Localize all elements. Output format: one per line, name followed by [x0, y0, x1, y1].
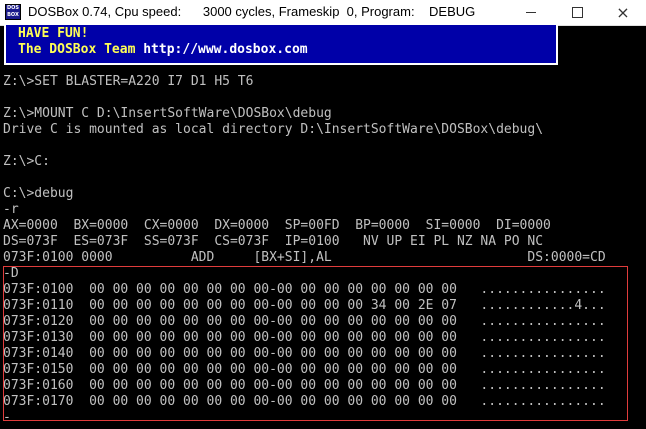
terminal-line: Z:\>SET BLASTER=A220 I7 D1 H5 T6 — [3, 74, 254, 89]
dosbox-app-icon: DOS BOX — [5, 4, 21, 20]
terminal-line: Drive C is mounted as local directory D:… — [3, 122, 544, 137]
banner-url: http://www.dosbox.com — [143, 42, 308, 57]
maximize-button[interactable] — [554, 0, 600, 25]
maximize-icon — [571, 7, 583, 18]
close-button[interactable]: × — [600, 0, 646, 25]
terminal-line: DS=073F ES=073F SS=073F CS=073F IP=0100 … — [3, 234, 544, 249]
terminal-line: AX=0000 BX=0000 CX=0000 DX=0000 SP=00FD … — [3, 218, 551, 233]
minimize-button[interactable] — [508, 0, 554, 25]
dosbox-window: DOS BOX DOSBox 0.74, Cpu speed: 3000 cyc… — [0, 0, 646, 429]
minimize-icon — [526, 12, 536, 13]
terminal-line: Z:\>MOUNT C D:\InsertSoftWare\DOSBox\deb… — [3, 106, 332, 121]
memory-dump-highlight — [3, 266, 628, 421]
terminal-line: C:\>debug — [3, 186, 74, 201]
close-icon: × — [616, 3, 630, 22]
banner-line-1: HAVE FUN! — [18, 26, 89, 41]
banner-team: The DOSBox Team — [18, 42, 144, 57]
banner-line-2: The DOSBox Team http://www.dosbox.com — [18, 42, 308, 57]
terminal-line: Z:\>C: — [3, 154, 50, 169]
welcome-banner: HAVE FUN! The DOSBox Team http://www.dos… — [4, 25, 558, 65]
terminal-line: 073F:0100 0000 ADD [BX+SI],AL DS:0000=CD — [3, 250, 606, 265]
terminal-line: -r — [3, 202, 19, 217]
title-bar[interactable]: DOS BOX DOSBox 0.74, Cpu speed: 3000 cyc… — [0, 0, 646, 26]
window-title: DOSBox 0.74, Cpu speed: 3000 cycles, Fra… — [28, 4, 476, 19]
